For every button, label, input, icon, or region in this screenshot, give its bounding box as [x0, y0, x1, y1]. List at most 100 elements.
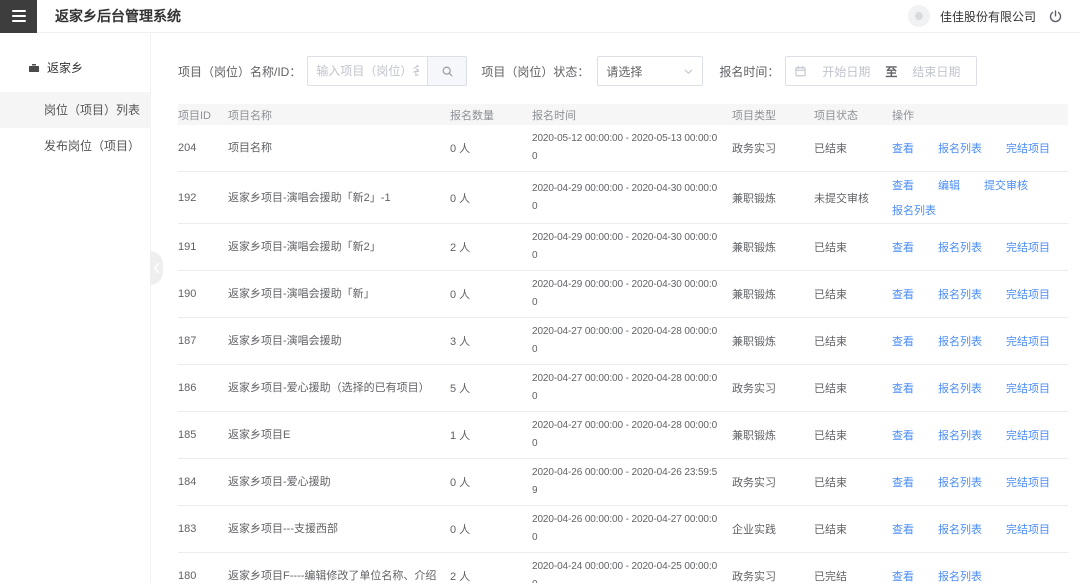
sidebar-menu: 岗位（项目）列表发布岗位（项目）: [0, 92, 150, 164]
start-date-input[interactable]: 开始日期: [814, 63, 878, 80]
cell-project-name: 返家乡项目-演唱会援助「新」: [228, 286, 450, 302]
power-icon: [1048, 9, 1063, 24]
action-link-finish-project[interactable]: 完结项目: [1006, 474, 1050, 490]
company-name: 佳佳股份有限公司: [940, 8, 1036, 25]
signup-time-filter-label: 报名时间：: [719, 63, 779, 80]
project-name-search-input[interactable]: [307, 56, 427, 86]
cell-project-status: 已结束: [814, 140, 892, 156]
cell-project-status: 已结束: [814, 239, 892, 255]
cell-signup-time: 2020-04-27 00:00:00 - 2020-04-28 00:00:0…: [532, 370, 732, 406]
cell-actions: 查看 编辑 提交审核报名列表: [892, 177, 1068, 218]
action-link-view[interactable]: 查看: [892, 140, 914, 156]
action-link-view[interactable]: 查看: [892, 427, 914, 443]
action-link-signup-list[interactable]: 报名列表: [938, 140, 982, 156]
cell-project-id: 187: [178, 335, 228, 347]
col-project-type: 项目类型: [732, 107, 814, 123]
cell-project-id: 184: [178, 476, 228, 488]
cell-project-type: 政务实习: [732, 474, 814, 490]
cell-project-type: 企业实践: [732, 521, 814, 537]
action-link-view[interactable]: 查看: [892, 239, 914, 255]
cell-project-name: 返家乡项目E: [228, 427, 450, 443]
cell-project-name: 返家乡项目-演唱会援助「新2」-1: [228, 190, 450, 206]
action-link-finish-project[interactable]: 完结项目: [1006, 140, 1050, 156]
action-link-signup-list[interactable]: 报名列表: [938, 521, 982, 537]
cell-signup-count: 0 人: [450, 190, 532, 206]
table-row: 186返家乡项目-爱心援助（选择的已有项目）5 人2020-04-27 00:0…: [178, 365, 1068, 412]
cell-project-id: 192: [178, 192, 228, 204]
cell-project-id: 186: [178, 382, 228, 394]
table-body: 204项目名称0 人2020-05-12 00:00:00 - 2020-05-…: [178, 125, 1068, 583]
cell-project-name: 返家乡项目---支援西部: [228, 521, 450, 537]
action-link-signup-list[interactable]: 报名列表: [938, 333, 982, 349]
action-link-signup-list[interactable]: 报名列表: [938, 427, 982, 443]
cell-actions: 查看 报名列表 完结项目: [892, 286, 1068, 302]
action-link-view[interactable]: 查看: [892, 380, 914, 396]
action-link-finish-project[interactable]: 完结项目: [1006, 239, 1050, 255]
end-date-input[interactable]: 结束日期: [904, 63, 968, 80]
calendar-icon: [794, 65, 807, 78]
cell-signup-count: 3 人: [450, 333, 532, 349]
action-link-signup-list[interactable]: 报名列表: [938, 239, 982, 255]
app-title: 返家乡后台管理系统: [55, 6, 181, 26]
cell-signup-time: 2020-05-12 00:00:00 - 2020-05-13 00:00:0…: [532, 130, 732, 166]
search-button[interactable]: [427, 56, 467, 86]
logout-button[interactable]: [1046, 7, 1064, 25]
cell-signup-count: 0 人: [450, 286, 532, 302]
hamburger-icon: [12, 10, 26, 12]
cell-project-name: 返家乡项目F----编辑修改了单位名称、介绍: [228, 568, 450, 583]
sidebar-group-label: 返家乡: [47, 59, 83, 76]
sidebar-item-publish-project[interactable]: 发布岗位（项目）: [0, 128, 150, 164]
action-link-signup-list[interactable]: 报名列表: [938, 380, 982, 396]
cell-project-name: 返家乡项目-演唱会援助「新2」: [228, 239, 450, 255]
action-link-view[interactable]: 查看: [892, 521, 914, 537]
action-link-finish-project[interactable]: 完结项目: [1006, 427, 1050, 443]
cell-signup-time: 2020-04-27 00:00:00 - 2020-04-28 00:00:0…: [532, 323, 732, 359]
action-link-view[interactable]: 查看: [892, 177, 914, 193]
action-link-view[interactable]: 查看: [892, 286, 914, 302]
cell-signup-time: 2020-04-26 00:00:00 - 2020-04-26 23:59:5…: [532, 464, 732, 500]
cell-project-type: 兼职锻炼: [732, 286, 814, 302]
hamburger-menu-button[interactable]: [0, 0, 37, 33]
action-link-finish-project[interactable]: 完结项目: [1006, 286, 1050, 302]
action-link-finish-project[interactable]: 完结项目: [1006, 333, 1050, 349]
cell-actions: 查看 报名列表 完结项目: [892, 427, 1068, 443]
cell-actions: 查看 报名列表 完结项目: [892, 239, 1068, 255]
cell-signup-count: 2 人: [450, 568, 532, 583]
table-row: 185返家乡项目E1 人2020-04-27 00:00:00 - 2020-0…: [178, 412, 1068, 459]
cell-signup-count: 5 人: [450, 380, 532, 396]
cell-signup-time: 2020-04-29 00:00:00 - 2020-04-30 00:00:0…: [532, 276, 732, 312]
action-link-view[interactable]: 查看: [892, 333, 914, 349]
search-icon: [441, 65, 454, 78]
action-link-finish-project[interactable]: 完结项目: [1006, 521, 1050, 537]
cell-signup-time: 2020-04-29 00:00:00 - 2020-04-30 00:00:0…: [532, 229, 732, 265]
col-actions: 操作: [892, 107, 1068, 123]
cell-project-status: 已结束: [814, 333, 892, 349]
project-status-select[interactable]: 请选择: [597, 56, 703, 86]
project-name-search-group: [307, 56, 467, 86]
chevron-down-icon: [683, 66, 694, 77]
cell-signup-count: 0 人: [450, 521, 532, 537]
action-link-signup-list[interactable]: 报名列表: [938, 568, 982, 583]
cell-signup-time: 2020-04-26 00:00:00 - 2020-04-27 00:00:0…: [532, 511, 732, 547]
topbar-right: 佳佳股份有限公司: [908, 5, 1080, 27]
cell-signup-count: 1 人: [450, 427, 532, 443]
cell-project-name: 返家乡项目-演唱会援助: [228, 333, 450, 349]
filter-bar: 项目（岗位）名称/ID： 项目（岗位）状态： 请选择 报名时间：: [178, 55, 1064, 87]
cell-project-id: 180: [178, 570, 228, 582]
cell-project-name: 项目名称: [228, 140, 450, 156]
action-link-view[interactable]: 查看: [892, 568, 914, 583]
sidebar-item-project-list[interactable]: 岗位（项目）列表: [0, 92, 150, 128]
action-link-submit-review[interactable]: 提交审核: [984, 177, 1028, 193]
cell-project-name: 返家乡项目-爱心援助（选择的已有项目）: [228, 380, 450, 396]
cell-project-type: 政务实习: [732, 380, 814, 396]
cell-actions: 查看 报名列表 完结项目: [892, 380, 1068, 396]
action-link-signup-list[interactable]: 报名列表: [938, 474, 982, 490]
sidebar-group-home[interactable]: 返家乡: [0, 33, 150, 92]
action-link-signup-list[interactable]: 报名列表: [892, 202, 936, 218]
action-link-signup-list[interactable]: 报名列表: [938, 286, 982, 302]
action-link-edit[interactable]: 编辑: [938, 177, 960, 193]
action-link-view[interactable]: 查看: [892, 474, 914, 490]
action-link-finish-project[interactable]: 完结项目: [1006, 380, 1050, 396]
avatar[interactable]: [908, 5, 930, 27]
signup-time-range-picker[interactable]: 开始日期 至 结束日期: [785, 56, 977, 86]
